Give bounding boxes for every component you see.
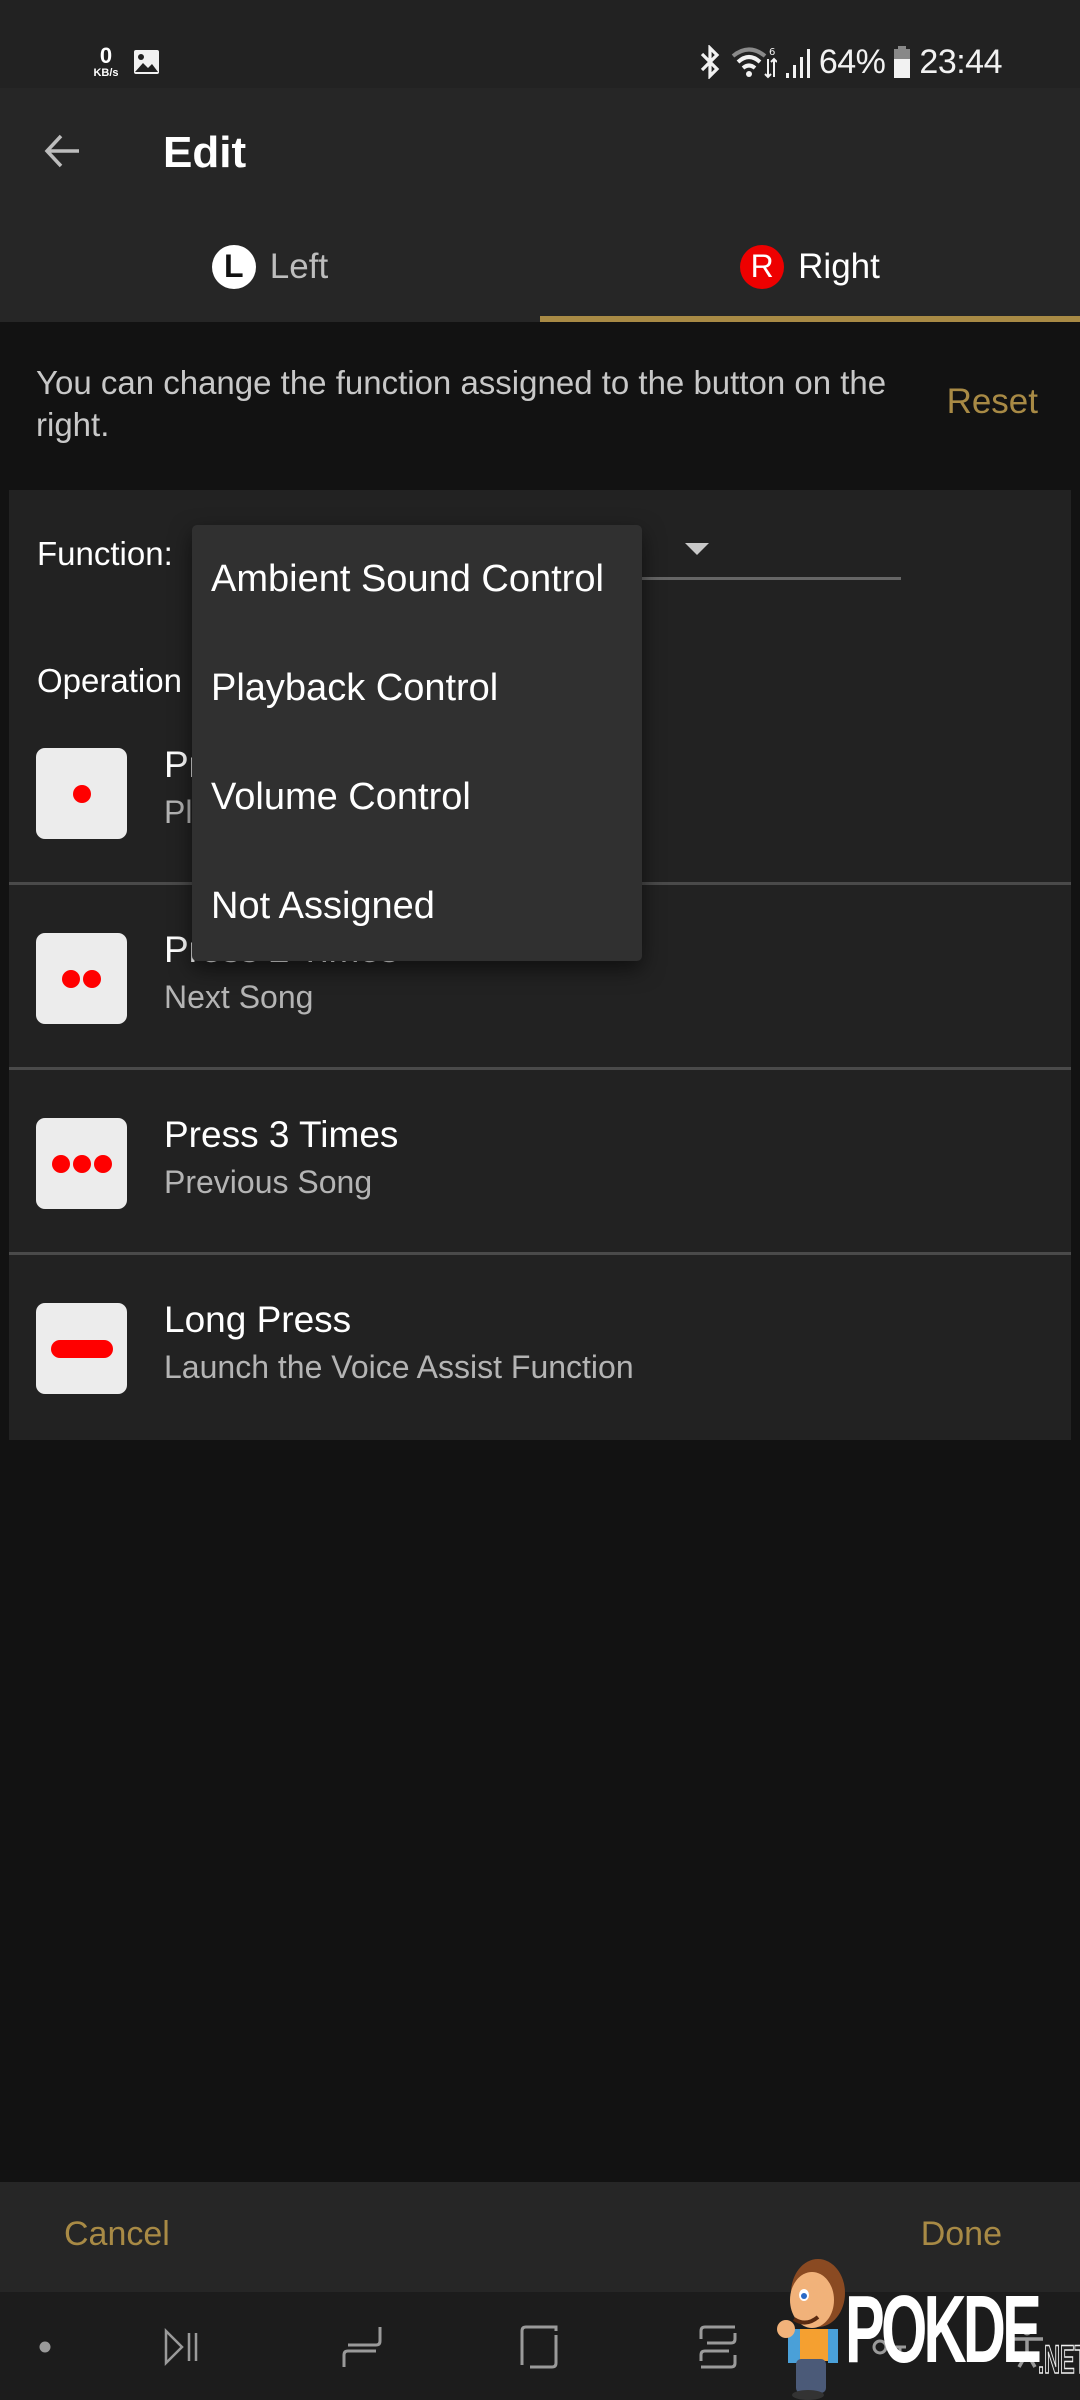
nav-recents-button[interactable]: [684, 2312, 754, 2382]
description-text: You can change the function assigned to …: [36, 364, 887, 443]
nav-home-button[interactable]: [505, 2312, 575, 2382]
row-title: Press 3 Times: [164, 1114, 399, 1155]
status-bar: 0 KB/s 6 64% 23:44: [0, 0, 1080, 88]
row-subtitle: Launch the Voice Assist Function: [164, 1349, 634, 1385]
function-dropdown[interactable]: [631, 510, 901, 580]
row-title: Long Press: [164, 1299, 352, 1340]
bluetooth-icon: [700, 45, 720, 79]
cancel-button[interactable]: Cancel: [64, 2215, 170, 2254]
page-title: Edit: [163, 128, 247, 177]
menu-item-playback-control[interactable]: Playback Control: [192, 634, 642, 743]
nav-dot-button[interactable]: [10, 2312, 80, 2382]
dot-icon: [39, 2341, 51, 2353]
battery-percent: 64%: [818, 42, 886, 81]
tab-right[interactable]: R Right: [540, 215, 1080, 322]
nav-play-pause-button[interactable]: [147, 2312, 217, 2382]
clock: 23:44: [919, 42, 1002, 81]
menu-item-not-assigned[interactable]: Not Assigned: [192, 852, 642, 961]
long-press-icon: [36, 1303, 127, 1394]
single-dot-icon: [36, 748, 127, 839]
operation-row: Long Press Launch the Voice Assist Funct…: [9, 1255, 1071, 1440]
network-speed-value: 0: [99, 43, 113, 68]
menu-item-volume-control[interactable]: Volume Control: [192, 743, 642, 852]
row-subtitle: Next Song: [164, 979, 314, 1015]
side-tabs: L Left R Right: [0, 215, 1080, 322]
tab-right-label: Right: [798, 246, 880, 286]
app-toolbar: Edit: [0, 88, 1080, 215]
tab-left[interactable]: L Left: [0, 215, 540, 322]
row-subtitle: Previous Song: [164, 1164, 373, 1200]
operation-row: Press 3 Times Previous Song: [9, 1070, 1071, 1255]
network-speed-indicator: 0 KB/s: [90, 45, 122, 79]
gallery-icon: [134, 50, 159, 74]
function-label: Function:: [37, 535, 173, 572]
pokde-watermark: POKDE .NET: [760, 2255, 1080, 2400]
watermark-text: POKDE: [845, 2276, 1042, 2383]
reset-button[interactable]: Reset: [947, 382, 1038, 422]
menu-item-ambient-sound-control[interactable]: Ambient Sound Control: [192, 525, 642, 634]
tab-left-label: Left: [269, 246, 329, 286]
svg-text:6: 6: [769, 47, 775, 58]
dropdown-arrow-icon: [685, 543, 709, 555]
nav-back-button[interactable]: [327, 2312, 397, 2382]
watermark-suffix: .NET: [1038, 2337, 1080, 2383]
system-status-icons: 6 64% 23:44: [697, 40, 1002, 84]
recents-icon: [699, 2325, 737, 2369]
home-icon: [520, 2325, 558, 2369]
signal-icon: [785, 49, 810, 78]
triple-dot-icon: [36, 1118, 127, 1209]
battery-icon: [894, 46, 911, 78]
network-speed-unit: KB/s: [93, 67, 119, 79]
back-gesture-icon: [342, 2327, 382, 2367]
function-dropdown-menu: Ambient Sound Control Playback Control V…: [192, 525, 642, 961]
wifi-icon: 6: [731, 47, 777, 79]
left-badge-icon: L: [211, 244, 256, 289]
operation-label: Operation: [37, 662, 182, 699]
double-dot-icon: [36, 933, 127, 1024]
play-pause-icon: [164, 2327, 198, 2367]
back-button[interactable]: [30, 118, 96, 184]
arrow-left-icon: [44, 134, 79, 168]
right-badge-icon: R: [740, 244, 785, 289]
done-button[interactable]: Done: [921, 2215, 1002, 2254]
description-section: You can change the function assigned to …: [0, 322, 1080, 490]
